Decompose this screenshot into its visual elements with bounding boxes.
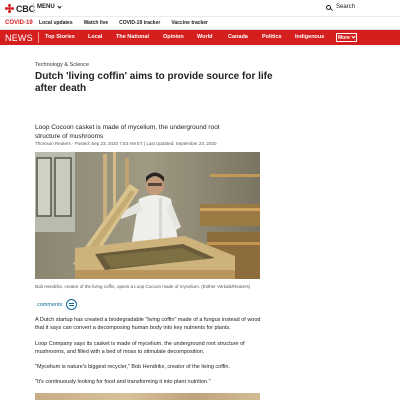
cbc-logo[interactable]: CBC	[5, 3, 35, 14]
search-label: Search	[335, 4, 355, 10]
comments-link[interactable]: comments	[37, 299, 78, 310]
nav-item-top-stories[interactable]: Top Stories	[45, 34, 75, 40]
article-paragraph: Loop Company says its casket is made of …	[35, 341, 245, 355]
sub-link-covid-tracker[interactable]: COVID-19 tracker	[119, 20, 160, 26]
covid-label[interactable]: COVID-19	[5, 20, 33, 26]
nav-section-title[interactable]: NEWS	[5, 33, 33, 43]
search-icon	[325, 4, 331, 10]
cbc-gem-icon	[5, 4, 14, 13]
divider	[33, 3, 34, 13]
nav-item-indigenous[interactable]: Indigenous	[295, 34, 324, 40]
menu-button[interactable]: MENU	[37, 3, 62, 10]
sub-links: Local updates Watch live COVID-19 tracke…	[39, 20, 219, 26]
nav-item-politics[interactable]: Politics	[262, 34, 282, 40]
nav-item-world[interactable]: World	[197, 34, 212, 40]
article-photo-secondary	[35, 393, 260, 400]
article-headline: Dutch 'living coffin' aims to provide so…	[35, 71, 273, 94]
comment-bubble-icon	[66, 299, 78, 310]
sub-link-vaccine-tracker[interactable]: Vaccine tracker	[171, 20, 208, 26]
divider	[38, 32, 39, 43]
menu-label: MENU	[37, 4, 55, 10]
nav-item-canada[interactable]: Canada	[228, 34, 248, 40]
nav-item-opinion[interactable]: Opinion	[163, 34, 184, 40]
sub-link-watch-live[interactable]: Watch live	[84, 20, 109, 26]
sub-link-local-updates[interactable]: Local updates	[39, 20, 73, 26]
chevron-down-icon	[57, 3, 62, 9]
article-category[interactable]: Technology & Science	[35, 62, 89, 68]
sub-navigation: COVID-19 Local updates Watch live COVID-…	[0, 17, 400, 30]
nav-item-local[interactable]: Local	[88, 34, 102, 40]
article-paragraph: "Mycelium is nature's biggest recycler,"…	[35, 364, 230, 370]
comments-label: comments	[37, 301, 63, 308]
article-photo	[35, 152, 260, 279]
photo-caption: Bob Hendrikx, creator of the living coff…	[35, 284, 251, 289]
section-nav: NEWS Top Stories Local The National Opin…	[0, 30, 400, 45]
article-byline: Thomson Reuters · Posted: Sep 23, 2020 7…	[35, 141, 217, 146]
article-paragraph: A Dutch startup has created a biodegrada…	[35, 317, 261, 331]
nav-item-the-national[interactable]: The National	[116, 34, 149, 40]
article-deck: Loop Cocoon casket is made of mycelium, …	[35, 124, 220, 140]
more-button[interactable]: More	[336, 33, 357, 42]
top-bar: CBC MENU Search	[0, 0, 400, 17]
search-button[interactable]: Search	[325, 4, 355, 10]
chevron-down-icon	[351, 34, 356, 39]
article-paragraph: "It's continuously looking for food and …	[35, 379, 211, 385]
more-label: More	[338, 34, 350, 41]
